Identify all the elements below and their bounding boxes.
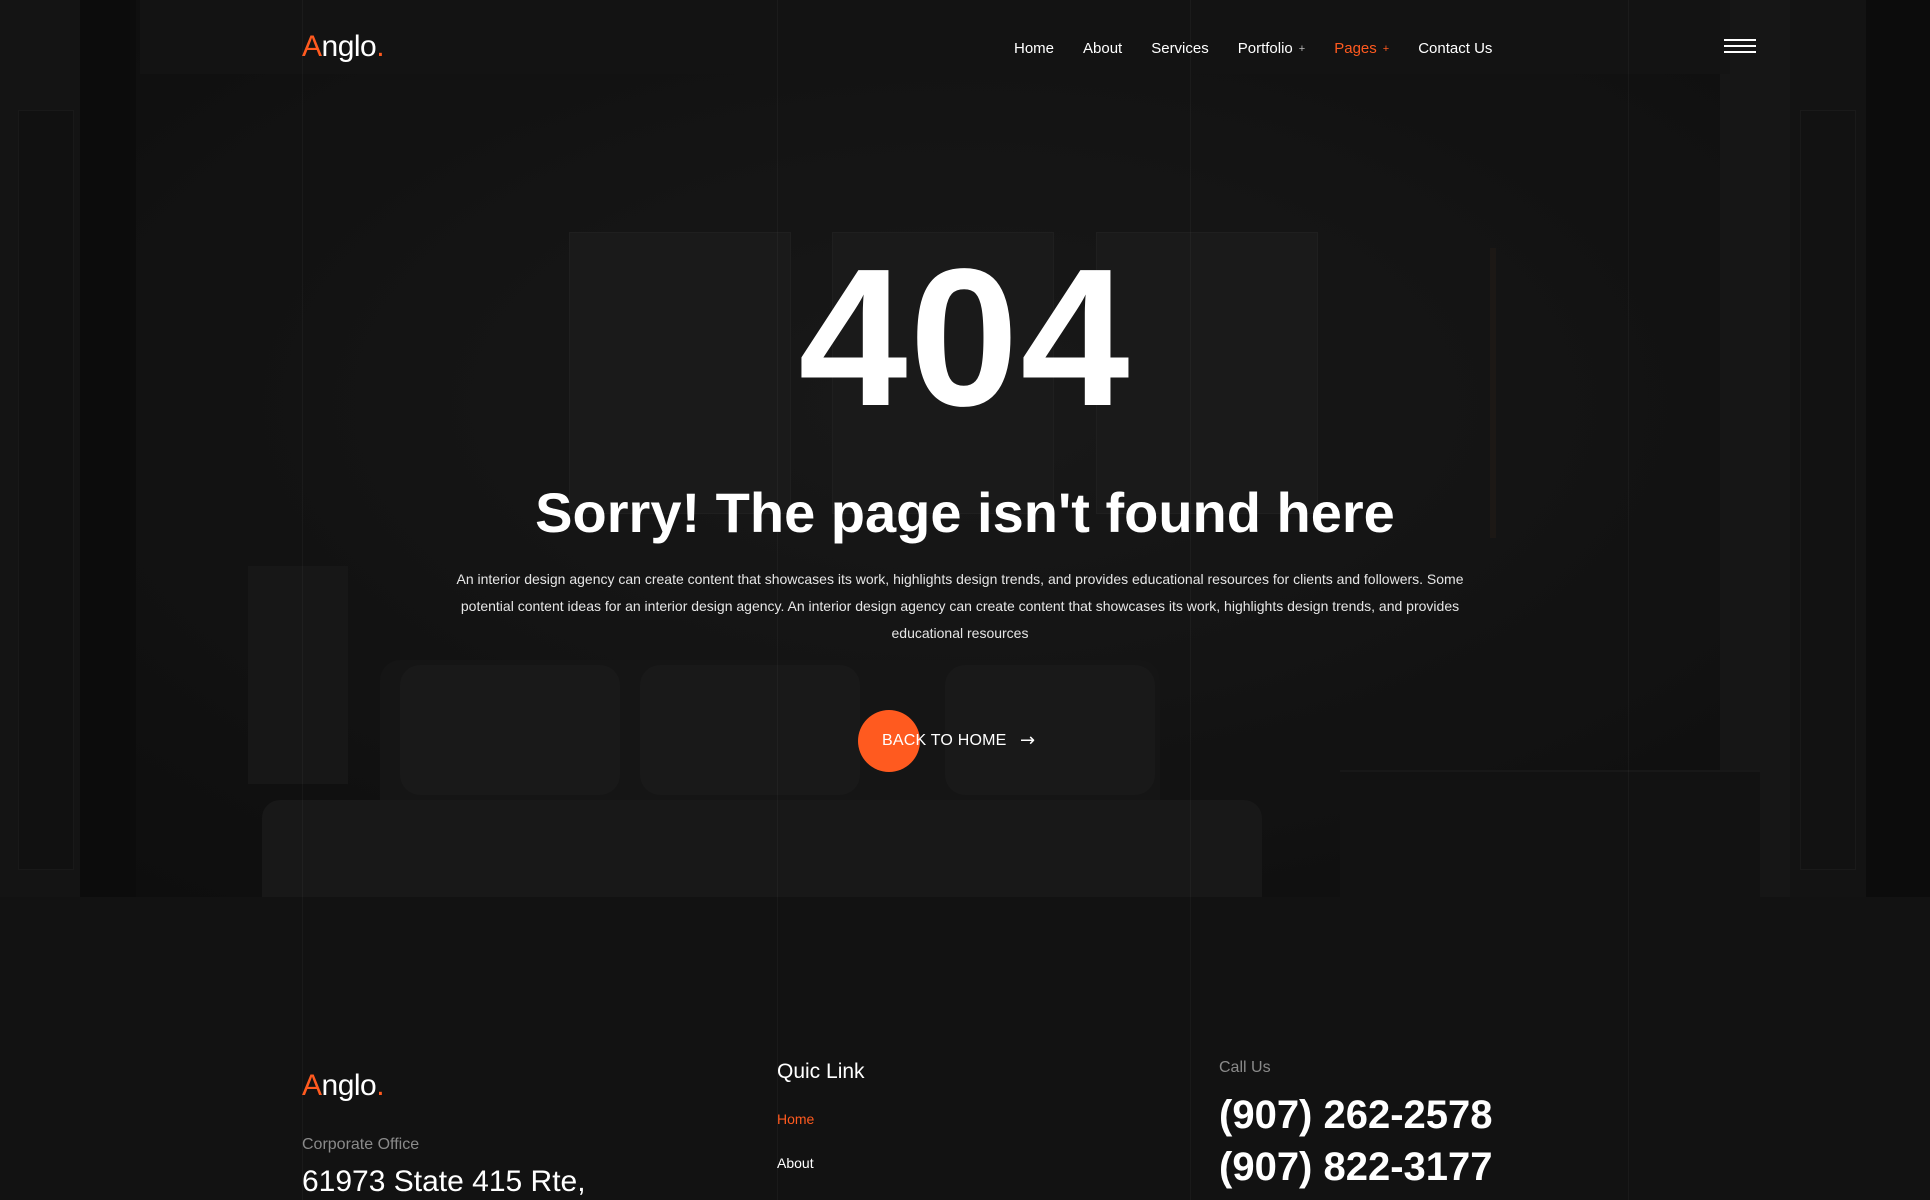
nav-item-label: Pages	[1334, 40, 1377, 57]
grid-line	[1628, 0, 1629, 1200]
nav-item-about[interactable]: About	[1083, 40, 1122, 57]
logo-dot: .	[376, 30, 385, 63]
phone-number[interactable]: (907) 262-2578	[1219, 1093, 1493, 1138]
nav-item-label: Services	[1151, 40, 1209, 57]
error-code: 404	[798, 228, 1132, 447]
logo-text: nglo	[321, 30, 377, 63]
quick-links-title: Quic Link	[777, 1060, 865, 1083]
quick-link-home[interactable]: Home	[777, 1111, 814, 1155]
nav-item-services[interactable]: Services	[1151, 40, 1209, 57]
logo-dot: .	[376, 1069, 385, 1102]
grid-line	[302, 0, 303, 1200]
call-us-label: Call Us	[1219, 1059, 1271, 1076]
plus-icon: +	[1382, 42, 1390, 55]
quick-links-list: Home About	[777, 1111, 814, 1199]
page-title: Sorry! The page isn't found here	[535, 481, 1395, 544]
nav-item-contact-us[interactable]: Contact Us	[1418, 40, 1492, 57]
grid-line	[1190, 0, 1191, 1200]
grid-line	[777, 0, 778, 1200]
nav-item-label: Home	[1014, 40, 1055, 57]
footer-logo[interactable]: Anglo.	[302, 1069, 385, 1103]
hamburger-menu-icon[interactable]	[1724, 39, 1756, 59]
logo-text: nglo	[321, 1069, 377, 1102]
nav-item-label: About	[1083, 40, 1123, 57]
site-logo[interactable]: Anglo.	[302, 30, 385, 64]
nav-item-pages[interactable]: Pages +	[1334, 40, 1389, 57]
arrow-right-icon: →	[1020, 730, 1036, 751]
site-footer: Anglo. Corporate Office 61973 State 415 …	[0, 897, 1930, 1200]
plus-icon: +	[1298, 42, 1306, 55]
nav-item-label: Contact Us	[1418, 40, 1493, 57]
main-nav: Home About Services Portfolio + Pages + Contact…	[1014, 40, 1492, 57]
logo-initial: A	[302, 30, 322, 63]
quick-link-about[interactable]: About	[777, 1155, 814, 1199]
phone-number[interactable]: (907) 822-3177	[1219, 1145, 1493, 1190]
error-description: An interior design agency can create con…	[456, 571, 1464, 641]
nav-item-portfolio[interactable]: Portfolio +	[1238, 40, 1305, 57]
logo-initial: A	[302, 1069, 322, 1102]
button-label: BACK TO HOME	[882, 732, 1007, 749]
corporate-office-label: Corporate Office	[302, 1136, 420, 1153]
back-to-home-button[interactable]: BACK TO HOME →	[858, 710, 1058, 772]
nav-item-label: Portfolio	[1237, 40, 1293, 57]
site-header: Anglo. Home About Services Portfolio + Pages +…	[140, 0, 1756, 74]
office-address: 61973 State 415 Rte,	[302, 1165, 586, 1198]
nav-item-home[interactable]: Home	[1014, 40, 1054, 57]
